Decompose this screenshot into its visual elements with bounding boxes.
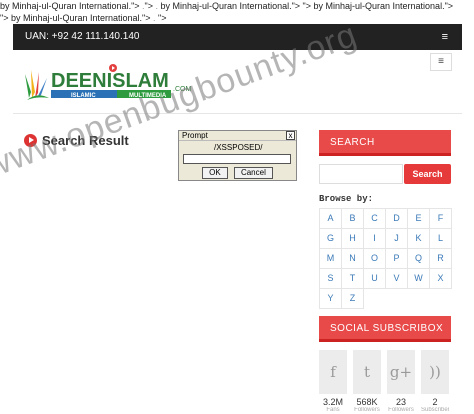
social-counters: f 3.2M Fans t 568K Followers g+ 23 Follo… <box>319 350 451 414</box>
leaked-fragment: by Minhaj-ul-Quran International."> <box>160 1 303 11</box>
social-twitter[interactable]: t 568K Followers <box>353 350 381 413</box>
prompt-dialog: Prompt x /XSSPOSED/ OK Cancel <box>178 130 297 181</box>
page: by Minhaj-ul-Quran International."> ."> … <box>0 0 474 414</box>
leaked-fragment: by Minhaj-ul-Quran International."> <box>313 1 454 11</box>
search-button[interactable]: Search <box>404 164 451 184</box>
letter-link[interactable]: Y <box>320 289 342 309</box>
dialog-buttons: OK Cancel <box>179 167 296 179</box>
dialog-cancel-button[interactable]: Cancel <box>233 167 273 179</box>
social-subscribox: SOCIAL SUBSCRIBOX <box>319 316 451 342</box>
dialog-close-button[interactable]: x <box>286 131 295 140</box>
letter-link[interactable]: N <box>342 249 364 269</box>
letter-link[interactable]: V <box>386 269 408 289</box>
logo-leaf-icon <box>25 70 49 100</box>
leaked-fragment: "> <box>302 1 314 11</box>
browse-label: Browse by: <box>319 194 374 204</box>
dialog-input[interactable] <box>183 154 291 164</box>
twitter-count: 568K <box>356 397 378 407</box>
facebook-sub: Fans <box>326 407 340 413</box>
rss-icon[interactable]: )) <box>421 350 449 394</box>
letter-link[interactable]: S <box>320 269 342 289</box>
twitter-icon[interactable]: t <box>353 350 381 394</box>
facebook-count: 3.2M <box>322 397 343 407</box>
leaked-line-2: "> by Minhaj-ul-Quran International."> .… <box>0 12 474 24</box>
letter-link[interactable]: D <box>386 209 408 229</box>
letter-link[interactable]: I <box>364 229 386 249</box>
search-row: Search <box>319 164 451 184</box>
twitter-sub: Followers <box>354 407 380 413</box>
letter-link[interactable]: Z <box>342 289 364 309</box>
letter-link[interactable]: B <box>342 209 364 229</box>
letter-link[interactable]: P <box>386 249 408 269</box>
letter-link[interactable]: E <box>408 209 430 229</box>
leaked-fragment: "> <box>0 13 11 23</box>
nav-menu-icon[interactable]: ≡ <box>430 53 452 71</box>
google-plus-count: 23 <box>395 397 406 407</box>
leaked-fragment: "> <box>144 1 156 11</box>
search-input[interactable] <box>319 164 403 184</box>
letter-link[interactable]: T <box>342 269 364 289</box>
top-menu-icon[interactable]: ≡ <box>442 24 448 50</box>
logo-islamic: ISLAMIC <box>71 93 96 99</box>
letter-link[interactable]: L <box>430 229 452 249</box>
letter-link[interactable]: K <box>408 229 430 249</box>
dialog-title: Prompt <box>182 131 208 140</box>
letter-link[interactable]: U <box>364 269 386 289</box>
social-rss[interactable]: )) 2 Subscribers <box>421 350 449 413</box>
letter-link[interactable]: H <box>342 229 364 249</box>
leaked-fragment: by Minhaj-ul-Quran International."> <box>0 1 143 11</box>
alphabet-grid: A B C D E F G H I J K L M N O P Q R S T … <box>319 208 452 309</box>
letter-link[interactable]: J <box>386 229 408 249</box>
dialog-ok-button[interactable]: OK <box>202 167 228 179</box>
letter-link[interactable]: C <box>364 209 386 229</box>
letter-link[interactable]: M <box>320 249 342 269</box>
letter-link[interactable]: O <box>364 249 386 269</box>
letter-link[interactable]: W <box>408 269 430 289</box>
google-plus-icon[interactable]: g+ <box>387 350 415 394</box>
letter-link[interactable]: F <box>430 209 452 229</box>
dialog-message: /XSSPOSED/ <box>214 143 263 152</box>
facebook-icon[interactable]: f <box>319 350 347 394</box>
social-widget-heading: SOCIAL SUBSCRIBOX <box>319 316 451 342</box>
leaked-line-1: by Minhaj-ul-Quran International."> ."> … <box>0 0 474 12</box>
rss-sub: Subscribers <box>421 407 449 413</box>
uan-phone: UAN: +92 42 111.140.140 <box>25 31 140 42</box>
dialog-titlebar: Prompt x <box>179 131 296 141</box>
social-google-plus[interactable]: g+ 23 Followers <box>387 350 415 413</box>
letter-link[interactable]: G <box>320 229 342 249</box>
search-widget-heading: SEARCH <box>319 130 451 156</box>
letter-link[interactable]: X <box>430 269 452 289</box>
leaked-fragment: "> <box>158 13 167 23</box>
sidebar: SEARCH Search Browse by: A B C D E F G H… <box>319 130 452 309</box>
top-bar: UAN: +92 42 111.140.140 ≡ <box>13 24 462 50</box>
letter-link[interactable]: R <box>430 249 452 269</box>
rss-count: 2 <box>432 397 438 407</box>
leaked-markup-text: by Minhaj-ul-Quran International."> ."> … <box>0 0 474 24</box>
social-facebook[interactable]: f 3.2M Fans <box>319 350 347 413</box>
letter-link[interactable]: A <box>320 209 342 229</box>
letter-link[interactable]: Q <box>408 249 430 269</box>
leaked-fragment: by Minhaj-ul-Quran International."> <box>10 13 153 23</box>
google-plus-sub: Followers <box>388 407 414 413</box>
